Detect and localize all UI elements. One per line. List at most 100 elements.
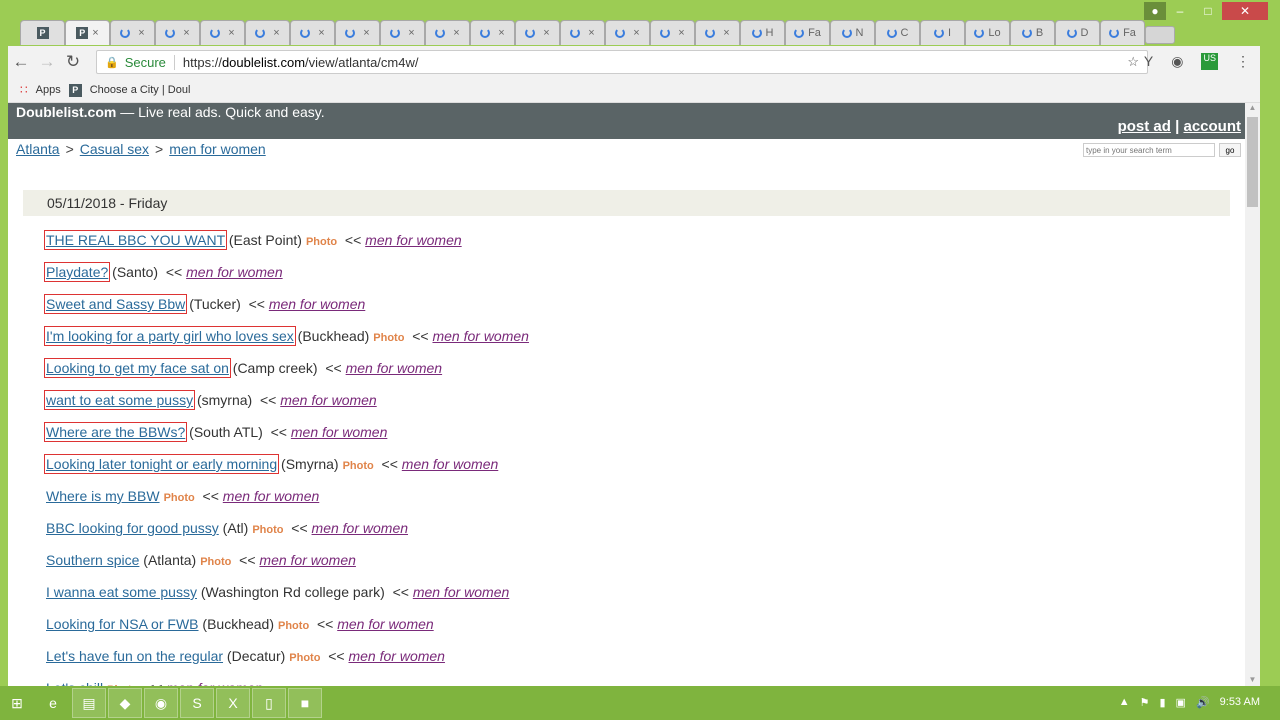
browser-tab[interactable]: Fa [785,20,830,45]
listing-title-link[interactable]: Sweet and Sassy Bbw [43,294,188,314]
recorder-icon[interactable]: ■ [288,688,322,718]
skype-icon[interactable]: S [180,688,214,718]
browser-tab[interactable]: I [920,20,965,45]
tab-close-icon[interactable]: × [588,27,594,39]
browser-tab[interactable]: N [830,20,875,45]
browser-tab[interactable]: × [200,20,245,45]
browser-tab[interactable]: H [740,20,785,45]
tab-close-icon[interactable]: × [273,27,279,39]
tab-close-icon[interactable]: × [498,27,504,39]
account-link[interactable]: account [1183,118,1241,135]
listing-category-link[interactable]: men for women [259,552,355,568]
bookmark-star-icon[interactable]: ☆ [1127,54,1139,70]
listing-category-link[interactable]: men for women [337,616,433,632]
flag-icon[interactable]: ⚑ [1140,696,1150,709]
listing-category-link[interactable]: men for women [186,264,282,280]
chrome-icon[interactable]: ◉ [144,688,178,718]
bookmark-choose-city[interactable]: Choose a City | Doul [90,84,191,96]
power-icon[interactable]: ▮ [1159,696,1165,709]
listing-category-link[interactable]: men for women [365,232,461,248]
browser-tab[interactable]: × [605,20,650,45]
file-explorer-icon[interactable]: ▤ [72,688,106,718]
listing-category-link[interactable]: men for women [291,424,387,440]
listing-title-link[interactable]: Playdate? [43,262,111,282]
vertical-scrollbar[interactable]: ▲ ▼ [1245,103,1260,686]
scrollbar-thumb[interactable] [1247,117,1258,207]
listing-title-link[interactable]: want to eat some pussy [43,390,196,410]
tab-close-icon[interactable]: × [453,27,459,39]
listing-category-link[interactable]: men for women [348,648,444,664]
browser-tab[interactable]: D [1055,20,1100,45]
network-icon[interactable]: ▣ [1176,696,1186,709]
profile-icon[interactable]: ● [1144,2,1166,20]
listing-title-link[interactable]: I wanna eat some pussy [46,584,197,600]
listing-title-link[interactable]: Looking to get my face sat on [44,358,231,378]
browser-tab[interactable]: C [875,20,920,45]
tab-close-icon[interactable]: × [408,27,414,39]
listing-title-link[interactable]: BBC looking for good pussy [46,520,219,536]
browser-tab[interactable]: × [470,20,515,45]
browser-tab[interactable]: P × [65,20,110,45]
browser-tab[interactable]: × [155,20,200,45]
browser-tab[interactable]: × [515,20,560,45]
listing-title-link[interactable]: Looking for NSA or FWB [46,616,199,632]
volume-icon[interactable]: 🔊 [1196,696,1210,709]
tab-close-icon[interactable]: × [363,27,369,39]
address-bar[interactable]: 🔒 Secure https://doublelist.com/view/atl… [96,50,1148,74]
browser-tab[interactable]: × [110,20,155,45]
clock[interactable]: 9:53 AM [1220,696,1260,709]
reload-button[interactable]: ↻ [60,52,86,72]
listing-title-link[interactable]: Looking later tonight or early morning [43,454,280,474]
new-tab-button[interactable] [1145,26,1175,44]
forward-button[interactable]: → [34,52,60,72]
browser-tab[interactable]: B [1010,20,1055,45]
browser-tab[interactable]: × [695,20,740,45]
bookmark-apps[interactable]: Apps [36,84,61,96]
search-input[interactable] [1083,143,1215,157]
browser-tab[interactable]: Lo [965,20,1010,45]
close-window-button[interactable]: ✕ [1222,2,1268,20]
listing-title-link[interactable]: Where are the BBWs? [43,422,188,442]
browser-tab[interactable]: × [380,20,425,45]
browser-tab[interactable]: × [650,20,695,45]
back-button[interactable]: ← [8,52,34,72]
listing-category-link[interactable]: men for women [223,488,319,504]
listing-category-link[interactable]: men for women [432,328,528,344]
excel-icon[interactable]: X [216,688,250,718]
notepad-icon[interactable]: ▯ [252,688,286,718]
app-icon[interactable]: ◆ [108,688,142,718]
tab-close-icon[interactable]: × [92,27,98,39]
browser-tab[interactable]: P [20,20,65,45]
breadcrumb-category[interactable]: men for women [169,141,265,157]
listing-title-link[interactable]: Where is my BBW [46,488,160,504]
tab-close-icon[interactable]: × [543,27,549,39]
scroll-down-icon[interactable]: ▼ [1245,675,1260,684]
listing-title-link[interactable]: Southern spice [46,552,139,568]
menu-icon[interactable]: ⋮ [1236,53,1250,70]
vpn-extension-icon[interactable]: US [1201,53,1218,70]
ie-icon[interactable]: e [36,688,70,718]
tab-close-icon[interactable]: × [183,27,189,39]
breadcrumb-atlanta[interactable]: Atlanta [16,141,60,157]
extension-icon[interactable]: Y [1144,53,1153,70]
tab-close-icon[interactable]: × [138,27,144,39]
browser-tab[interactable]: × [425,20,470,45]
tab-close-icon[interactable]: × [318,27,324,39]
breadcrumb-casual[interactable]: Casual sex [80,141,149,157]
listing-title-link[interactable]: THE REAL BBC YOU WANT [44,230,227,250]
search-go-button[interactable]: go [1219,143,1241,157]
browser-tab[interactable]: × [290,20,335,45]
listing-category-link[interactable]: men for women [413,584,509,600]
browser-tab[interactable]: × [335,20,380,45]
listing-category-link[interactable]: men for women [269,296,365,312]
start-button[interactable]: ⊞ [0,688,34,718]
tab-close-icon[interactable]: × [678,27,684,39]
tab-close-icon[interactable]: × [723,27,729,39]
scroll-up-icon[interactable]: ▲ [1245,103,1260,112]
listing-category-link[interactable]: men for women [312,520,408,536]
listing-category-link[interactable]: men for women [402,456,498,472]
listing-title-link[interactable]: Let's have fun on the regular [46,648,223,664]
browser-tab[interactable]: × [245,20,290,45]
browser-tab[interactable]: Fa [1100,20,1145,45]
maximize-button[interactable]: □ [1194,2,1222,20]
